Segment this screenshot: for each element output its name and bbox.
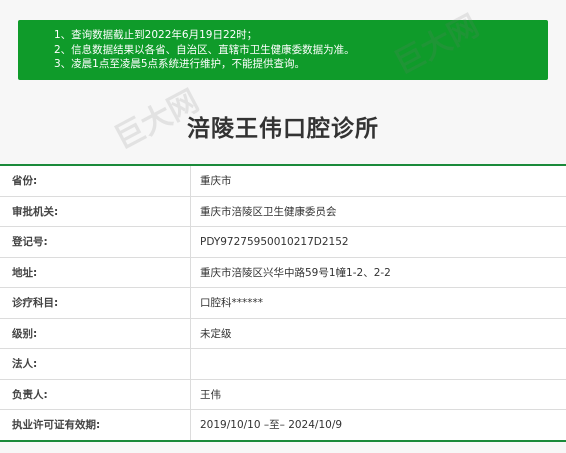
field-value: 口腔科****** [190,288,560,318]
field-value: 重庆市涪陵区卫生健康委员会 [190,196,560,226]
field-value: 未定级 [190,318,560,348]
page-title: 涪陵王伟口腔诊所 [187,116,379,142]
field-value: 王伟 [190,379,560,409]
table-row: 审批机关: 重庆市涪陵区卫生健康委员会 [0,196,566,227]
field-label: 负责人: [12,388,48,401]
field-value: 重庆市涪陵区兴华中路59号1幢1-2、2-2 [190,257,560,287]
info-table: 省份: 重庆市 审批机关: 重庆市涪陵区卫生健康委员会 登记号: PDY9727… [0,164,566,442]
field-value: PDY97275950010217D2152 [190,227,560,257]
table-row: 级别: 未定级 [0,318,566,349]
field-label: 执业许可证有效期: [12,419,101,432]
notice-line-1: 1、查询数据截止到2022年6月19日22时； [54,29,258,41]
table-row: 负责人: 王伟 [0,379,566,410]
table-row: 省份: 重庆市 [0,164,566,197]
field-label: 登记号: [12,236,48,249]
field-value: 2019/10/10 –至– 2024/10/9 [190,410,560,440]
table-row: 诊疗科目: 口腔科****** [0,288,566,319]
field-label: 审批机关: [12,205,59,218]
field-value [190,349,560,379]
table-row: 法人: [0,349,566,380]
table-row: 登记号: PDY97275950010217D2152 [0,227,566,258]
notice-line-2: 2、信息数据结果以各省、自治区、直辖市卫生健康委数据为准。 [54,43,355,56]
table-row: 执业许可证有效期: 2019/10/10 –至– 2024/10/9 [0,410,566,442]
field-label: 省份: [12,175,38,188]
notice-banner: 1、查询数据截止到2022年6月19日22时； 2、信息数据结果以各省、自治区、… [18,20,548,80]
notice-line-3: 3、凌晨1点至凌晨5点系统进行维护，不能提供查询。 [54,58,306,70]
table-row: 地址: 重庆市涪陵区兴华中路59号1幢1-2、2-2 [0,257,566,288]
field-value: 重庆市 [190,166,560,196]
field-label: 级别: [12,327,38,340]
field-label: 地址: [12,266,38,279]
field-label: 法人: [12,358,38,371]
field-label: 诊疗科目: [12,297,59,310]
